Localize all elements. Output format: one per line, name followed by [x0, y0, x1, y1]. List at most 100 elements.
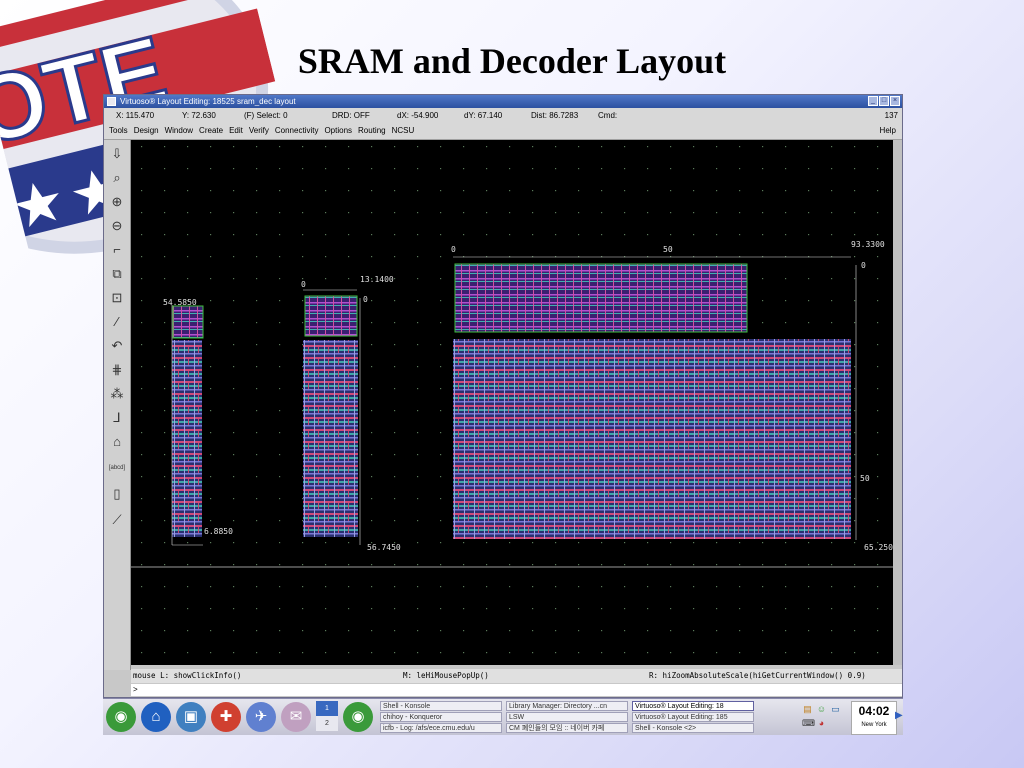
move-icon[interactable]: ⊡ — [107, 288, 127, 308]
status-dy: dY: 67.140 — [464, 111, 503, 120]
menu-routing[interactable]: Routing — [358, 123, 386, 139]
status-drd: DRD: OFF — [332, 111, 370, 120]
printer-icon[interactable]: ▭ — [830, 704, 841, 715]
minimize-button[interactable]: _ — [868, 96, 878, 106]
clipboard-icon[interactable]: ▤ — [802, 704, 813, 715]
window-titlebar[interactable]: Virtuoso® Layout Editing: 18525 sram_dec… — [104, 95, 902, 108]
update-icon[interactable]: ◕ — [816, 718, 827, 729]
virtuoso-window: Virtuoso® Layout Editing: 18525 sram_dec… — [103, 94, 903, 698]
zoom-in-icon[interactable]: ⊕ — [107, 192, 127, 212]
ruler-icon[interactable]: ⟋ — [107, 510, 127, 530]
ruler-label-c3-zero-side: 0 — [861, 261, 866, 270]
copy-icon[interactable]: ⧉ — [107, 264, 127, 284]
status-select: (F) Select: 0 — [244, 111, 288, 120]
taskbar-expand-icon[interactable]: ▶ — [895, 710, 903, 721]
menu-verify[interactable]: Verify — [249, 123, 269, 139]
coordinate-status-bar: X: 115.470 Y: 72.630 (F) Select: 0 DRD: … — [104, 108, 902, 123]
ruler-label-567450: 56.7450 — [367, 543, 401, 552]
mouse-bindings-bar: mouse L: showClickInfo() M: leHiMousePop… — [131, 669, 902, 683]
save-icon[interactable]: ⇩ — [107, 144, 127, 164]
status-count: 137 — [884, 111, 898, 120]
help-icon[interactable]: ✚ — [211, 702, 241, 732]
mouse-left-binding: mouse L: showClickInfo() — [133, 671, 242, 680]
mouse-middle-binding: M: leHiMousePopUp() — [403, 671, 489, 680]
command-prompt: > — [133, 685, 138, 694]
pager-desktop-2[interactable]: 2 — [316, 716, 338, 731]
menu-edit[interactable]: Edit — [229, 123, 243, 139]
ruler-label-131400: 13.1400 — [360, 275, 394, 284]
command-line[interactable]: > — [131, 684, 902, 696]
mail-icon[interactable]: ✉ — [281, 702, 311, 732]
menu-ncsu[interactable]: NCSU — [392, 123, 415, 139]
ruler-label-933300: 93.3300 — [851, 240, 885, 249]
window-title: Virtuoso® Layout Editing: 18525 sram_dec… — [120, 97, 296, 106]
layout-canvas[interactable]: 54.5850 6.8850 0 13.1400 0 56.7450 0 50 — [131, 140, 893, 665]
stretch-icon[interactable]: ⌐ — [107, 240, 127, 260]
ruler-label-c2-zero-side: 0 — [363, 295, 368, 304]
pager-desktop-1[interactable]: 1 — [316, 701, 338, 716]
side-toolbar: ⇩ ⌕ ⊕ ⊖ ⌐ ⧉ ⊡ ⁄ ↶ ⋕ ⁂ ⅃ ⌂ [abcd] ▯ ⟋ — [104, 140, 131, 670]
close-button[interactable]: × — [890, 96, 900, 106]
zoom-fit-icon[interactable]: ⌕ — [107, 168, 127, 188]
kde-menu-icon[interactable]: ◉ — [106, 702, 136, 732]
slide-title: SRAM and Decoder Layout — [297, 41, 727, 81]
zoom-out-icon[interactable]: ⊖ — [107, 216, 127, 236]
desktop-pager: 1 2 — [316, 701, 338, 732]
taskbar: ◉ ⌂ ▣ ✚ ✈ ✉ 1 2 ◉ Shell - Konsole chihoy… — [103, 698, 903, 735]
status-y: Y: 72.630 — [182, 111, 216, 120]
ruler-label-652500: 65.2500 — [864, 543, 893, 552]
system-tray: ▤ ☺ ▭ ⌨ ◕ — [800, 702, 848, 732]
ruler-label-c3-50: 50 — [663, 245, 673, 254]
vertical-scrollbar[interactable] — [893, 140, 902, 665]
clock-time: 04:02 — [858, 704, 890, 718]
menu-bar: Tools Design Window Create Edit Verify C… — [104, 123, 902, 140]
status-x: X: 115.470 — [116, 111, 155, 120]
clock-city: New York — [861, 722, 887, 728]
task-shell-konsole[interactable]: Shell - Konsole — [380, 701, 502, 711]
decoder-column-middle — [303, 289, 361, 545]
keyboard-icon[interactable]: ⌨ — [802, 718, 815, 729]
desktop-icon[interactable]: ▣ — [176, 702, 206, 732]
status-cmd: Cmd: — [598, 111, 618, 120]
network-icon[interactable]: ☺ — [816, 704, 827, 715]
ruler-label-c3-zero: 0 — [451, 245, 456, 254]
maximize-button[interactable]: □ — [879, 96, 889, 106]
polygon-icon[interactable]: ⌂ — [107, 432, 127, 452]
task-virtuoso-1[interactable]: Virtuoso® Layout Editing: 18 — [632, 701, 754, 711]
task-library-manager[interactable]: Library Manager: Directory ...cn — [506, 701, 628, 711]
task-shell-konsole-2[interactable]: Shell - Konsole <2> — [632, 723, 754, 733]
task-icfb-log[interactable]: icfb - Log: /afs/ece.cmu.edu/u — [380, 723, 502, 733]
menu-design[interactable]: Design — [134, 123, 159, 139]
clock[interactable]: 04:02 New York — [851, 701, 897, 735]
ruler-label-c3-50-side: 50 — [860, 474, 870, 483]
properties-icon[interactable]: ⋕ — [107, 360, 127, 380]
status-dist: Dist: 86.7283 — [531, 111, 579, 120]
app-icon[interactable] — [107, 97, 116, 106]
rectangle-icon[interactable]: ▯ — [107, 484, 127, 504]
layout-drawing: 54.5850 6.8850 0 13.1400 0 56.7450 0 50 — [131, 140, 893, 665]
menu-window[interactable]: Window — [165, 123, 193, 139]
task-naver-cafe[interactable]: CM 폐인들의 모임 :: 네이버 카페 — [506, 723, 628, 733]
task-konqueror[interactable]: chihoy - Konqueror — [380, 712, 502, 722]
ruler-label-54585: 54.5850 — [163, 298, 197, 307]
menu-connectivity[interactable]: Connectivity — [275, 123, 319, 139]
label-icon[interactable]: [abcd] — [107, 458, 127, 478]
menu-help[interactable]: Help — [880, 123, 896, 139]
ruler-label-c2-zero-top: 0 — [301, 280, 306, 289]
ruler-label-68850: 6.8850 — [204, 527, 233, 536]
task-virtuoso-2[interactable]: Virtuoso® Layout Editing: 185 — [632, 712, 754, 722]
status-dx: dX: -54.900 — [397, 111, 439, 120]
home-icon[interactable]: ⌂ — [141, 702, 171, 732]
path-icon[interactable]: ⅃ — [107, 408, 127, 428]
delete-icon[interactable]: ⁄ — [107, 312, 127, 332]
browser-icon[interactable]: ✈ — [246, 702, 276, 732]
mouse-right-binding: R: hiZoomAbsoluteScale(hiGetCurrentWindo… — [649, 671, 866, 680]
instance-icon[interactable]: ⁂ — [107, 384, 127, 404]
menu-create[interactable]: Create — [199, 123, 223, 139]
decoder-column-left — [171, 305, 204, 546]
undo-icon[interactable]: ↶ — [107, 336, 127, 356]
menu-options[interactable]: Options — [324, 123, 352, 139]
menu-tools[interactable]: Tools — [109, 123, 128, 139]
show-desktop-icon[interactable]: ◉ — [343, 702, 373, 732]
task-lsw[interactable]: LSW — [506, 712, 628, 722]
